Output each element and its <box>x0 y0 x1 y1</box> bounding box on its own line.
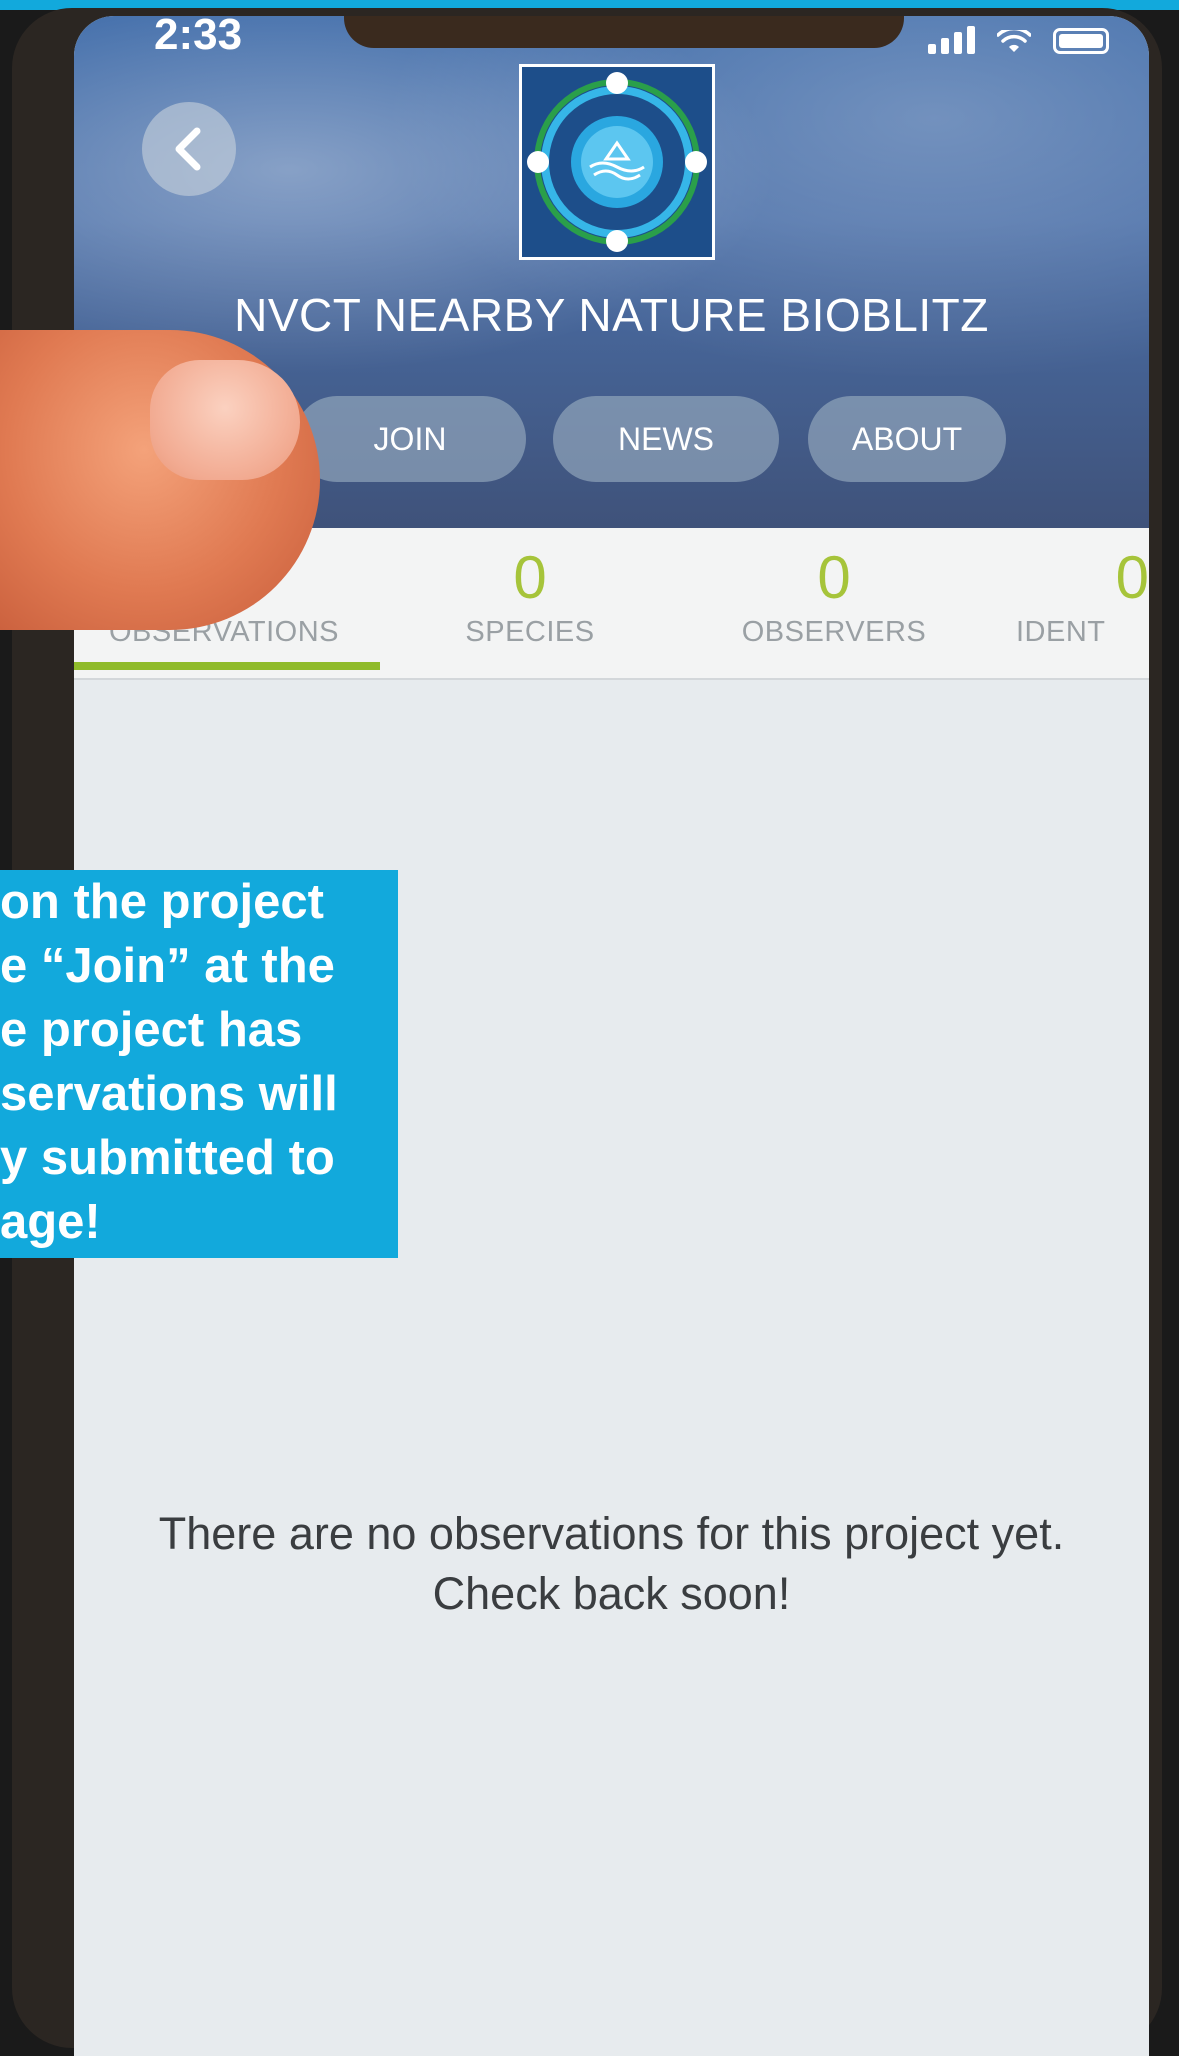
overlay-line: y submitted to <box>0 1131 335 1185</box>
identifiers-label: IDENT <box>1016 616 1106 648</box>
chevron-left-icon <box>175 127 201 171</box>
instruction-overlay: on the project e “Join” at the e project… <box>0 870 398 1258</box>
battery-icon <box>1053 28 1109 54</box>
overlay-line: on the project <box>0 875 324 929</box>
overlay-line: age! <box>0 1195 101 1249</box>
overlay-line: servations will <box>0 1067 338 1121</box>
join-label: JOIN <box>373 420 447 457</box>
tab-species[interactable]: 0 SPECIES <box>380 528 680 649</box>
overlay-line: e project has <box>0 1003 303 1057</box>
species-count: 0 <box>513 544 547 611</box>
project-title: NVCT NEARBY NATURE BIOBLITZ <box>234 289 989 341</box>
signal-icon <box>928 26 975 54</box>
about-button[interactable]: ABOUT <box>808 396 1006 482</box>
project-logo <box>519 64 715 260</box>
active-tab-indicator <box>74 662 380 670</box>
empty-state-line2: Check back soon! <box>432 1568 791 1619</box>
tab-identifiers[interactable]: 0 IDENT <box>1004 528 1149 649</box>
about-label: ABOUT <box>851 420 963 457</box>
join-button[interactable]: JOIN <box>294 396 526 482</box>
overlay-line: e “Join” at the <box>0 939 335 993</box>
empty-state-message: There are no observations for this proje… <box>74 1504 1149 1624</box>
back-button[interactable] <box>142 102 236 196</box>
observers-count: 0 <box>817 544 851 611</box>
phone-notch <box>344 16 904 48</box>
observers-label: OBSERVERS <box>741 616 927 648</box>
status-time: 2:33 <box>154 16 243 59</box>
fingernail <box>150 360 300 480</box>
wifi-icon <box>997 30 1031 52</box>
news-label: NEWS <box>618 420 714 457</box>
bioblitz-logo-icon <box>522 67 712 257</box>
news-button[interactable]: NEWS <box>553 396 779 482</box>
species-label: SPECIES <box>465 616 595 648</box>
empty-state-line1: There are no observations for this proje… <box>158 1508 1065 1559</box>
tab-observers[interactable]: 0 OBSERVERS <box>684 528 984 649</box>
identifiers-count: 0 <box>1115 544 1149 611</box>
status-icons <box>928 26 1109 54</box>
